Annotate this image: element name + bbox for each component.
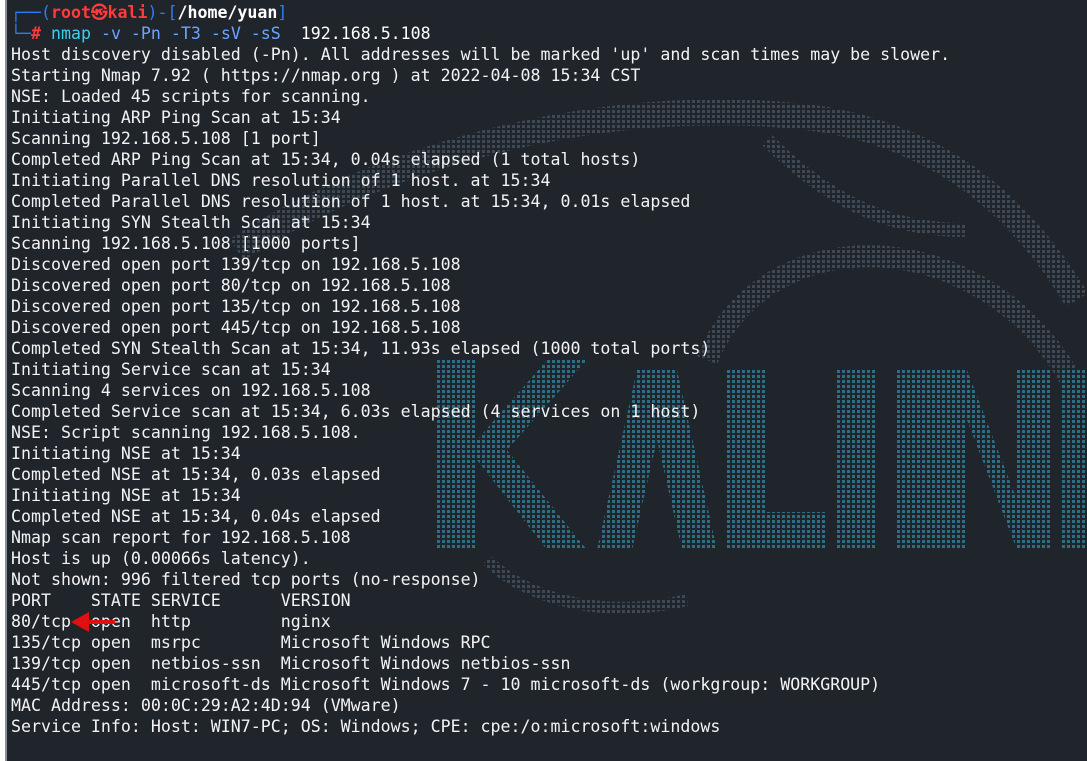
command-flags: -v -Pn -T3 -sV -sS <box>100 24 281 43</box>
output-line: Completed NSE at 15:34, 0.03s elapsed <box>11 465 381 484</box>
output-line: Host discovery disabled (-Pn). All addre… <box>11 45 951 64</box>
prompt-header: ┌──(root㉿kali)-[/home/yuan] <box>11 2 287 23</box>
output-line: Discovered open port 445/tcp on 192.168.… <box>11 318 461 337</box>
output-line: Initiating SYN Stealth Scan at 15:34 <box>11 213 371 232</box>
port-row-139: 139/tcp open netbios-ssn Microsoft Windo… <box>11 654 571 673</box>
prompt-host: kali <box>107 3 148 22</box>
command-target: 192.168.5.108 <box>300 24 431 43</box>
command-name: nmap <box>50 24 91 43</box>
output-line: Host is up (0.00066s latency). <box>11 549 311 568</box>
output-line: NSE: Loaded 45 scripts for scanning. <box>11 87 371 106</box>
port-row-445: 445/tcp open microsoft-ds Microsoft Wind… <box>11 675 881 694</box>
terminal-output: Host discovery disabled (-Pn). All addre… <box>11 44 950 737</box>
red-arrow-icon <box>71 612 115 632</box>
output-line: Initiating Service scan at 15:34 <box>11 360 331 379</box>
port-row-135: 135/tcp open msrpc Microsoft Windows RPC <box>11 633 491 652</box>
output-line: Initiating NSE at 15:34 <box>11 444 241 463</box>
output-line: Initiating Parallel DNS resolution of 1 … <box>11 171 551 190</box>
output-line: Service Info: Host: WIN7-PC; OS: Windows… <box>11 717 721 736</box>
prompt-mid: )-[ <box>147 3 178 22</box>
output-line: NSE: Script scanning 192.168.5.108. <box>11 423 361 442</box>
prompt-end: ] <box>277 3 288 22</box>
port-table-header: PORT STATE SERVICE VERSION <box>11 591 351 610</box>
output-line: Initiating NSE at 15:34 <box>11 486 241 505</box>
kali-symbol-icon: ㉿ <box>90 3 108 22</box>
output-line: Starting Nmap 7.92 ( https://nmap.org ) … <box>11 66 641 85</box>
output-line: Initiating ARP Ping Scan at 15:34 <box>11 108 341 127</box>
prompt-corner-top: ┌──( <box>11 3 51 22</box>
prompt-path: /home/yuan <box>177 3 278 22</box>
command-line[interactable]: └─# nmap -v -Pn -T3 -sV -sS 192.168.5.10… <box>11 23 431 44</box>
output-line: Completed ARP Ping Scan at 15:34, 0.04s … <box>11 150 641 169</box>
output-line: Discovered open port 135/tcp on 192.168.… <box>11 297 461 316</box>
prompt-user: root <box>50 3 91 22</box>
output-line: Nmap scan report for 192.168.5.108 <box>11 528 351 547</box>
output-line: Completed Service scan at 15:34, 6.03s e… <box>11 402 701 421</box>
output-line: Completed SYN Stealth Scan at 15:34, 11.… <box>11 339 711 358</box>
output-line: MAC Address: 00:0C:29:A2:4D:94 (VMware) <box>11 696 401 715</box>
output-line: Discovered open port 139/tcp on 192.168.… <box>11 255 461 274</box>
output-line: Scanning 192.168.5.108 [1 port] <box>11 129 321 148</box>
output-line: Not shown: 996 filtered tcp ports (no-re… <box>11 570 481 589</box>
prompt-hash: # <box>30 24 41 43</box>
terminal-window[interactable]: ┌──(root㉿kali)-[/home/yuan] └─# nmap -v … <box>5 0 1087 761</box>
output-line: Scanning 4 services on 192.168.5.108 <box>11 381 371 400</box>
output-line: Completed Parallel DNS resolution of 1 h… <box>11 192 691 211</box>
output-line: Discovered open port 80/tcp on 192.168.5… <box>11 276 451 295</box>
prompt-corner-bottom: └─ <box>11 24 31 43</box>
port-row-80: 80/tcp open http nginx <box>11 612 331 631</box>
output-line: Completed NSE at 15:34, 0.04s elapsed <box>11 507 381 526</box>
output-line: Scanning 192.168.5.108 [1000 ports] <box>11 234 361 253</box>
